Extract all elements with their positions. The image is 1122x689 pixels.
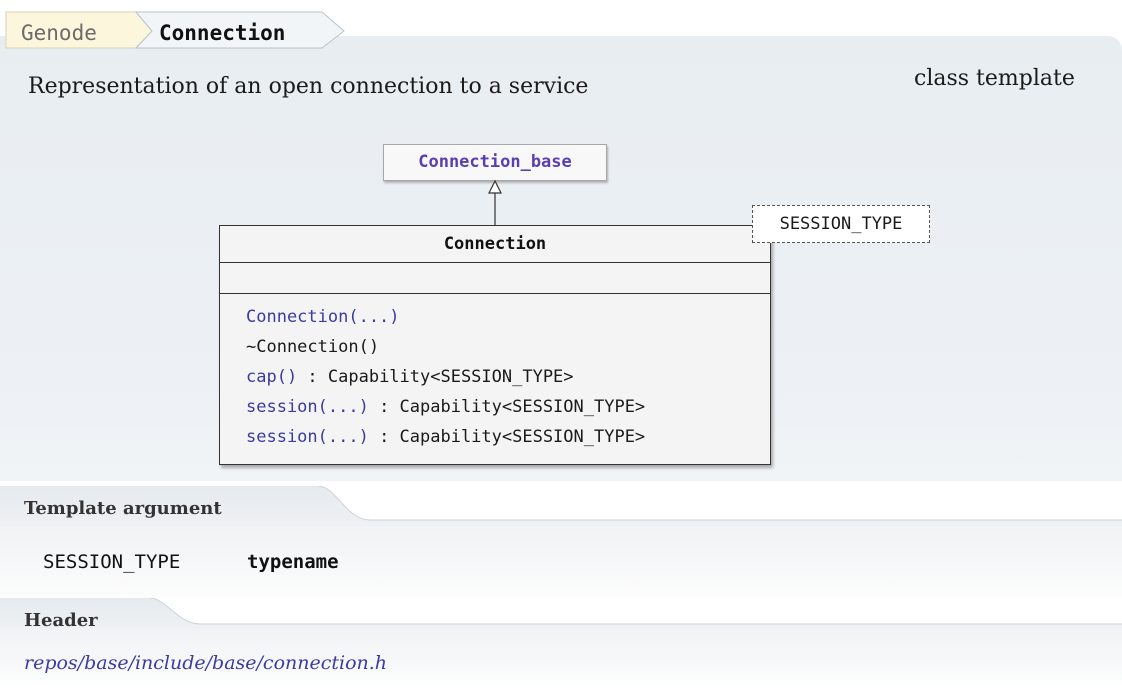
class-kind-label: class template — [914, 66, 1075, 91]
breadcrumb: Genode Connection — [0, 0, 360, 52]
template-argument-type: typename — [247, 551, 339, 573]
method-name: ~Connection() — [246, 337, 380, 357]
method-link[interactable]: session(...) — [246, 397, 369, 417]
method-item: session(...) : Capability<SESSION_TYPE> — [246, 422, 770, 452]
method-item: Connection(...) — [246, 302, 770, 332]
class-description: Representation of an open connection to … — [28, 74, 589, 99]
class-box: Connection Connection(...) ~Connection()… — [219, 225, 771, 465]
method-return-type: : Capability<SESSION_TYPE> — [368, 397, 646, 417]
inheritance-arrow-icon — [488, 179, 502, 225]
method-link[interactable]: session(...) — [246, 427, 369, 447]
base-class-link[interactable]: Connection_base — [383, 144, 607, 181]
method-list: Connection(...) ~Connection() cap() : Ca… — [220, 294, 770, 452]
template-argument-name: SESSION_TYPE — [43, 551, 181, 573]
section-tab-shape — [0, 598, 1122, 628]
method-link[interactable]: cap() — [246, 367, 297, 387]
method-return-type: : Capability<SESSION_TYPE> — [297, 367, 574, 387]
section-heading: Header — [24, 610, 98, 631]
template-parameter-box: SESSION_TYPE — [752, 205, 930, 243]
breadcrumb-parent-link[interactable]: Genode — [21, 20, 97, 46]
section-heading: Template argument — [24, 498, 222, 519]
section-tab-template-argument: Template argument — [0, 486, 1122, 526]
class-name: Connection — [220, 226, 770, 263]
attributes-section — [220, 263, 770, 294]
method-item: session(...) : Capability<SESSION_TYPE> — [246, 392, 770, 422]
method-return-type: : Capability<SESSION_TYPE> — [368, 427, 646, 447]
breadcrumb-current: Connection — [159, 21, 286, 45]
method-item: cap() : Capability<SESSION_TYPE> — [246, 362, 770, 392]
method-item: ~Connection() — [246, 332, 770, 362]
method-link[interactable]: Connection(...) — [246, 307, 400, 327]
section-tab-header: Header — [0, 598, 1122, 638]
template-argument-row: SESSION_TYPE typename — [0, 520, 1122, 598]
header-file-link[interactable]: repos/base/include/base/connection.h — [24, 652, 387, 674]
